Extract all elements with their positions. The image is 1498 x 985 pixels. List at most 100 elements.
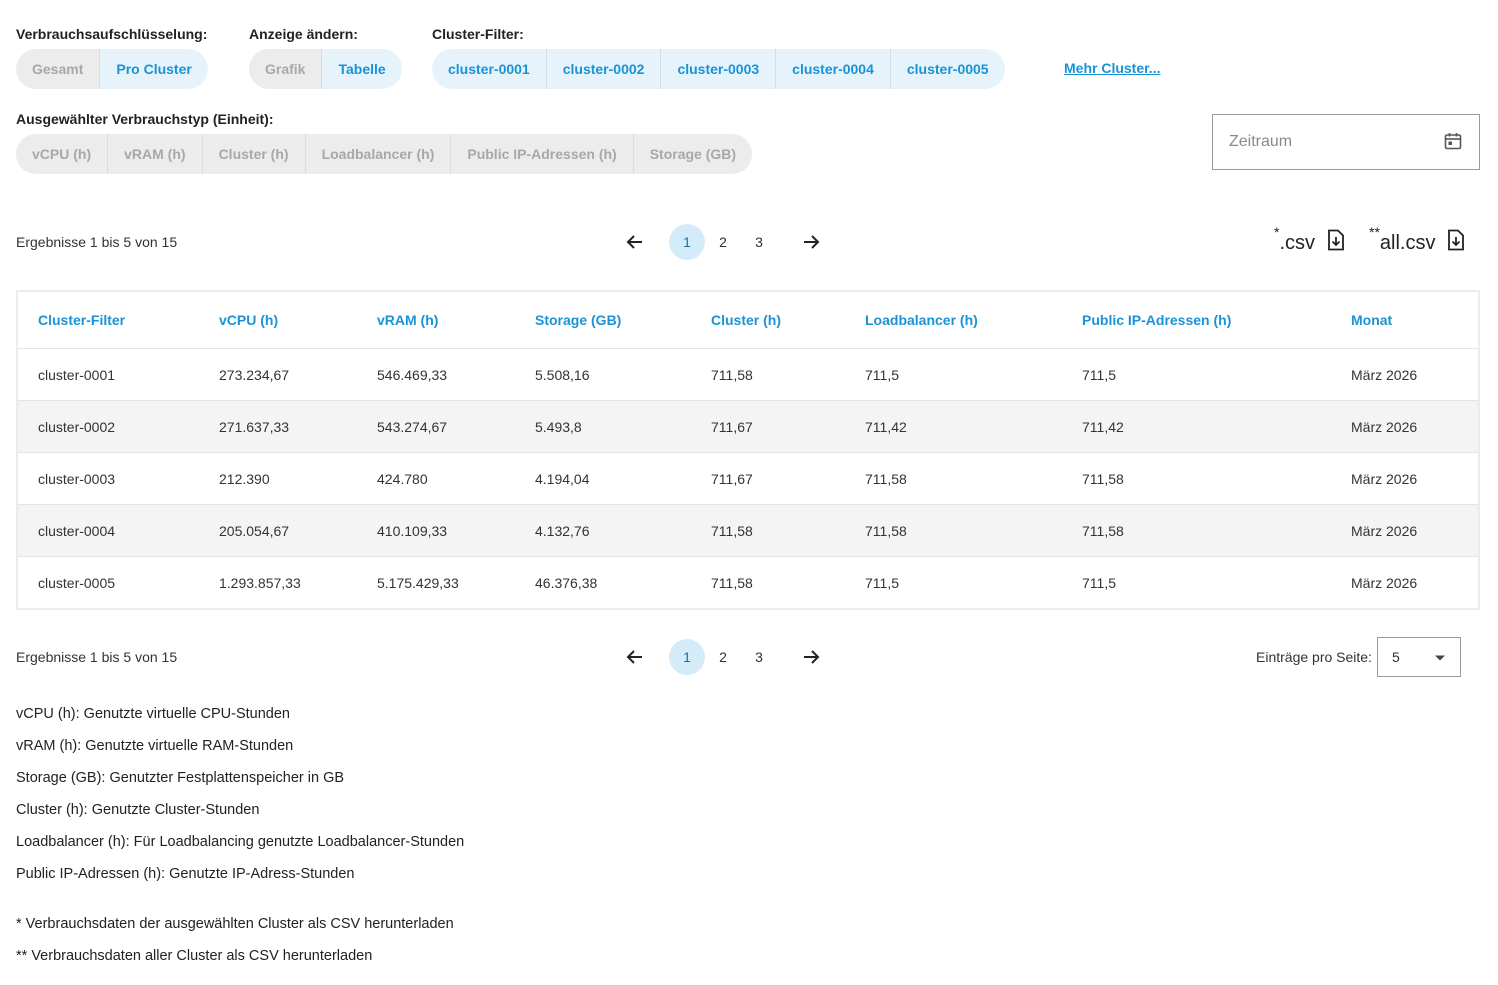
table-row: cluster-0003 212.390 424.780 4.194,04 71…	[18, 452, 1478, 504]
csv-prefix: *	[1274, 224, 1280, 240]
legend-item: Public IP-Adressen (h): Genutzte IP-Adre…	[16, 866, 355, 882]
table-cell: 46.376,38	[535, 574, 598, 591]
cluster-chip[interactable]: cluster-0004	[776, 49, 891, 89]
display-option-table[interactable]: Tabelle	[322, 49, 402, 89]
column-header[interactable]: vRAM (h)	[377, 312, 535, 328]
display-label: Anzeige ändern:	[249, 26, 358, 42]
entries-per-page: Einträge pro Seite: 5	[1256, 637, 1461, 677]
usage-type-group: vCPU (h) vRAM (h) Cluster (h) Loadbalanc…	[16, 134, 753, 174]
table-cell: März 2026	[1351, 522, 1418, 539]
page-button[interactable]: 3	[741, 639, 777, 675]
table-cell: 711,5	[1082, 366, 1116, 383]
column-header[interactable]: Loadbalancer (h)	[865, 312, 1082, 328]
table-cell: 1.293.857,33	[219, 574, 301, 591]
page-button[interactable]: 2	[705, 224, 741, 260]
cluster-filter-group: cluster-0001 cluster-0002 cluster-0003 c…	[432, 49, 1005, 89]
table-cell: 711,42	[865, 418, 907, 435]
column-header[interactable]: Monat	[1351, 312, 1471, 328]
csv-label: .csv	[1279, 232, 1316, 254]
usage-type-label: Ausgewählter Verbrauchstyp (Einheit):	[16, 111, 274, 127]
table-cell: cluster-0004	[38, 522, 116, 539]
entries-per-page-select[interactable]: 5	[1376, 637, 1461, 677]
calendar-icon[interactable]	[1443, 131, 1463, 154]
column-header[interactable]: Cluster-Filter	[18, 312, 219, 328]
page-button[interactable]: 1	[669, 639, 705, 675]
cluster-chip[interactable]: cluster-0001	[432, 49, 547, 89]
page-button[interactable]: 3	[741, 224, 777, 260]
usage-type-option[interactable]: vRAM (h)	[108, 134, 203, 174]
table-cell: 5.175.429,33	[377, 574, 459, 591]
table-cell: 543.274,67	[377, 418, 448, 435]
footnote: * Verbrauchsdaten der ausgewählten Clust…	[16, 916, 454, 932]
usage-type-option[interactable]: Storage (GB)	[633, 134, 753, 174]
cluster-chip[interactable]: cluster-0003	[661, 49, 777, 89]
breakdown-label: Verbrauchsaufschlüsselung:	[16, 26, 208, 42]
column-header[interactable]: vCPU (h)	[219, 312, 377, 328]
next-page-arrow-icon[interactable]	[793, 639, 829, 675]
table-cell: 711,58	[1082, 470, 1124, 487]
legend-item: Loadbalancer (h): Für Loadbalancing genu…	[16, 834, 465, 850]
pagination-bottom: 1 2 3	[617, 639, 829, 675]
breakdown-option-per-cluster[interactable]: Pro Cluster	[100, 49, 208, 89]
table-cell: 711,42	[1082, 418, 1124, 435]
cluster-chip[interactable]: cluster-0005	[890, 49, 1005, 89]
table-cell: 711,58	[1082, 522, 1124, 539]
usage-type-option[interactable]: Public IP-Adressen (h)	[451, 134, 634, 174]
table-cell: 410.109,33	[377, 522, 448, 539]
pagination-top: 1 2 3	[617, 224, 829, 260]
column-header[interactable]: Storage (GB)	[535, 312, 711, 328]
usage-type-option[interactable]: Cluster (h)	[202, 134, 306, 174]
table-cell: 711,58	[865, 522, 907, 539]
download-all-csv[interactable]: ** all.csv	[1369, 224, 1465, 257]
prev-page-arrow-icon[interactable]	[617, 639, 653, 675]
entries-per-page-label: Einträge pro Seite:	[1256, 649, 1372, 665]
table-cell: 711,58	[711, 574, 753, 591]
prev-page-arrow-icon[interactable]	[617, 224, 653, 260]
table-cell: 271.637,33	[219, 418, 290, 435]
table-cell: 4.132,76	[535, 522, 590, 539]
display-option-graphic[interactable]: Grafik	[249, 49, 323, 89]
table-cell: 205.054,67	[219, 522, 290, 539]
legend-item: Storage (GB): Genutzter Festplattenspeic…	[16, 770, 345, 786]
page-button[interactable]: 2	[705, 639, 741, 675]
table-cell: 711,5	[865, 366, 899, 383]
breakdown-option-total[interactable]: Gesamt	[16, 49, 101, 89]
usage-type-option[interactable]: vCPU (h)	[16, 134, 109, 174]
page-button[interactable]: 1	[669, 224, 705, 260]
results-count-top: Ergebnisse 1 bis 5 von 15	[16, 234, 178, 250]
usage-type-option[interactable]: Loadbalancer (h)	[305, 134, 452, 174]
table-cell: 711,67	[711, 470, 753, 487]
table-cell: 4.194,04	[535, 470, 590, 487]
table-cell: 5.508,16	[535, 366, 590, 383]
table-cell: cluster-0001	[38, 366, 116, 383]
file-download-icon[interactable]	[1447, 229, 1465, 257]
table-cell: März 2026	[1351, 418, 1418, 435]
table-row: cluster-0001 273.234,67 546.469,33 5.508…	[18, 348, 1478, 400]
usage-table: Cluster-Filter vCPU (h) vRAM (h) Storage…	[16, 290, 1480, 610]
column-header[interactable]: Public IP-Adressen (h)	[1082, 312, 1351, 328]
table-cell: cluster-0003	[38, 470, 116, 487]
table-cell: 711,5	[1082, 574, 1116, 591]
period-date-field[interactable]: Zeitraum	[1212, 114, 1480, 170]
table-cell: März 2026	[1351, 366, 1418, 383]
table-cell: 711,58	[711, 366, 753, 383]
breakdown-toggle: Gesamt Pro Cluster	[16, 49, 208, 89]
table-cell: März 2026	[1351, 470, 1418, 487]
file-download-icon[interactable]	[1327, 229, 1345, 257]
table-cell: März 2026	[1351, 574, 1418, 591]
table-cell: cluster-0005	[38, 574, 116, 591]
legend-item: Cluster (h): Genutzte Cluster-Stunden	[16, 802, 260, 818]
table-cell: 711,58	[711, 522, 753, 539]
cluster-chip[interactable]: cluster-0002	[546, 49, 662, 89]
table-cell: 424.780	[377, 470, 428, 487]
next-page-arrow-icon[interactable]	[793, 224, 829, 260]
table-cell: 711,67	[711, 418, 753, 435]
csv-all-prefix: **	[1369, 224, 1380, 240]
table-cell: 212.390	[219, 470, 270, 487]
table-row: cluster-0002 271.637,33 543.274,67 5.493…	[18, 400, 1478, 452]
table-cell: 711,58	[865, 470, 907, 487]
download-selected-csv[interactable]: * .csv	[1274, 224, 1345, 257]
column-header[interactable]: Cluster (h)	[711, 312, 865, 328]
more-clusters-link[interactable]: Mehr Cluster...	[1064, 60, 1160, 76]
legend-item: vCPU (h): Genutzte virtuelle CPU-Stunden	[16, 706, 290, 722]
